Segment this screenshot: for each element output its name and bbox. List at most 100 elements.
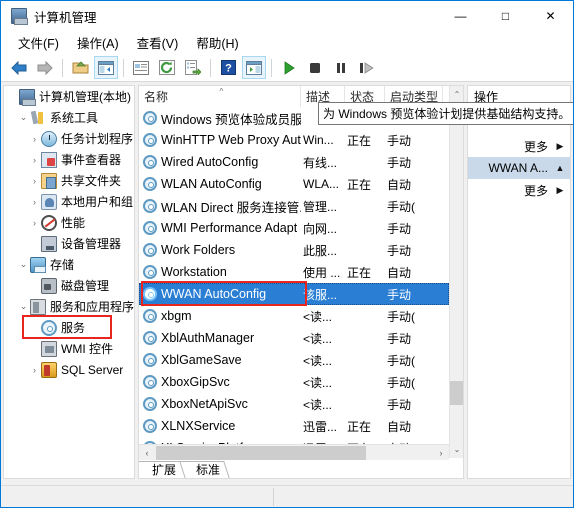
table-row[interactable]: WLAN AutoConfig WLA... 正在 自动: [139, 173, 449, 195]
title-bar: 计算机管理 — □ ✕: [1, 1, 573, 31]
table-row[interactable]: Wired AutoConfig 有线... 手动: [139, 151, 449, 173]
chevron-up-icon[interactable]: ▲: [554, 163, 566, 173]
minimize-button[interactable]: —: [438, 1, 483, 31]
tab-standard[interactable]: 标准: [185, 461, 229, 478]
table-row[interactable]: XblGameSave <读... 手动(: [139, 349, 449, 371]
scroll-right-button[interactable]: ›: [433, 445, 449, 461]
table-row[interactable]: WWAN AutoConfig 该服... 手动: [139, 283, 449, 305]
cell-startup-type: 自动: [387, 265, 412, 280]
scroll-up-button[interactable]: ⌃: [450, 86, 463, 103]
back-arrow-icon[interactable]: [7, 56, 31, 79]
tree-item-9[interactable]: 磁盘管理: [4, 275, 134, 296]
tree-item-12[interactable]: WMI 控件: [4, 338, 134, 359]
help-icon[interactable]: ?: [216, 56, 240, 79]
chevron-right-icon[interactable]: ›: [28, 128, 41, 149]
table-row[interactable]: XboxNetApiSvc <读... 手动: [139, 393, 449, 415]
cell-name: Windows 预览体验成员服务: [139, 109, 301, 128]
tab-extended[interactable]: 扩展: [141, 461, 185, 478]
system-tools-icon: [30, 109, 46, 126]
tree-item-7[interactable]: 设备管理器: [4, 233, 134, 254]
horizontal-scroll-thumb[interactable]: [156, 446, 366, 460]
tree-item-10[interactable]: ⌄ 服务和应用程序: [4, 296, 134, 317]
stop-service-icon[interactable]: [303, 56, 327, 79]
tree-item-6[interactable]: › 性能: [4, 212, 134, 233]
service-gear-icon: [143, 155, 157, 169]
chevron-down-icon[interactable]: ⌄: [17, 296, 30, 317]
toolbar-separator: [271, 58, 272, 77]
scroll-left-button[interactable]: ‹: [139, 445, 155, 461]
tree-item-label: 性能: [61, 216, 86, 230]
export-list-icon[interactable]: [181, 56, 205, 79]
tree-item-13[interactable]: › SQL Server: [4, 359, 134, 380]
forward-arrow-icon[interactable]: [33, 56, 57, 79]
table-row[interactable]: Workstation 使用 ... 正在 自动: [139, 261, 449, 283]
cell-description: WLA...: [303, 177, 340, 191]
list-vertical-scrollbar[interactable]: ⌃ ⌄: [449, 86, 463, 458]
chevron-down-icon[interactable]: ⌄: [17, 254, 30, 275]
cell-name: WinHTTP Web Proxy Aut...: [139, 133, 301, 147]
tree-item-5[interactable]: › 本地用户和组: [4, 191, 134, 212]
table-row[interactable]: XLNXService 迅雷... 正在 自动: [139, 415, 449, 437]
scroll-down-button[interactable]: ⌄: [450, 441, 463, 458]
table-row[interactable]: XboxGipSvc <读... 手动(: [139, 371, 449, 393]
maximize-button[interactable]: □: [483, 1, 528, 31]
menu-file[interactable]: 文件(F): [9, 31, 68, 54]
properties-icon[interactable]: [129, 56, 153, 79]
tree-item-11[interactable]: 服务: [4, 317, 134, 338]
cell-description: <读...: [303, 353, 333, 368]
folder-up-icon[interactable]: [68, 56, 92, 79]
table-row[interactable]: Work Folders 此服... 手动: [139, 239, 449, 261]
table-row[interactable]: WMI Performance Adapt 向网... 手动: [139, 217, 449, 239]
tree-item-3[interactable]: › 事件查看器: [4, 149, 134, 170]
toolbar-separator: [210, 58, 211, 77]
table-row[interactable]: WLAN Direct 服务连接管... 管理... 手动(: [139, 195, 449, 217]
pause-service-icon[interactable]: [329, 56, 353, 79]
table-row[interactable]: WinHTTP Web Proxy Aut... Win... 正在 手动: [139, 129, 449, 151]
vertical-scroll-thumb[interactable]: [450, 381, 463, 405]
restart-service-icon[interactable]: [355, 56, 379, 79]
tree-item-4[interactable]: › 共享文件夹: [4, 170, 134, 191]
cell-description: <读...: [303, 375, 333, 390]
status-bar: [1, 485, 573, 507]
cell-name: WLAN Direct 服务连接管...: [139, 197, 301, 216]
show-hide-tree-icon[interactable]: [94, 56, 118, 79]
console-tree-pane[interactable]: 计算机管理(本地) ⌄ 系统工具 › 任务计划程序 › 事件查看器 › 共享文件夹 › 本地用户和组…: [3, 85, 135, 479]
chevron-right-icon[interactable]: ›: [28, 149, 41, 170]
chevron-right-icon[interactable]: ▶: [554, 185, 566, 196]
table-row[interactable]: XblAuthManager <读... 手动: [139, 327, 449, 349]
start-service-icon[interactable]: [277, 56, 301, 79]
chevron-right-icon[interactable]: ›: [28, 212, 41, 233]
cell-name: WWAN AutoConfig: [139, 287, 301, 301]
service-gear-icon: [143, 111, 157, 125]
tree-item-1[interactable]: ⌄ 系统工具: [4, 107, 134, 128]
services-rows: Windows 预览体验成员服务 WinHTTP Web Proxy Aut...…: [139, 107, 449, 457]
action-more-wwan[interactable]: 更多 ▶: [468, 179, 570, 201]
chevron-right-icon[interactable]: ▶: [554, 141, 566, 152]
service-name-label: Work Folders: [161, 243, 236, 257]
menu-action[interactable]: 操作(A): [68, 31, 128, 54]
wmi-control-icon: [41, 340, 57, 357]
close-button[interactable]: ✕: [528, 1, 573, 31]
chevron-right-icon[interactable]: ›: [28, 191, 41, 212]
tree-item-label: 计算机管理(本地): [39, 90, 131, 104]
cell-startup-type: 自动: [387, 177, 412, 192]
chevron-right-icon[interactable]: ›: [28, 359, 41, 380]
chevron-down-icon[interactable]: ⌄: [17, 107, 30, 128]
tree-item-label: 设备管理器: [61, 237, 122, 251]
tree-item-0[interactable]: 计算机管理(本地): [4, 86, 134, 107]
menu-view[interactable]: 查看(V): [128, 31, 188, 54]
tree-item-2[interactable]: › 任务计划程序: [4, 128, 134, 149]
list-horizontal-scrollbar[interactable]: ‹ ›: [139, 444, 449, 461]
menu-help[interactable]: 帮助(H): [187, 31, 247, 54]
tree-item-8[interactable]: ⌄ 存储: [4, 254, 134, 275]
refresh-icon[interactable]: [155, 56, 179, 79]
services-list-pane[interactable]: 名称 ^ 描述 状态 启动类型 Windows 预览体验成员服务 WinHTTP …: [138, 85, 464, 479]
tree-item-label: 任务计划程序: [61, 132, 134, 146]
action-header-wwan[interactable]: WWAN A... ▲: [468, 157, 570, 179]
action-more-services[interactable]: 更多 ▶: [468, 135, 570, 157]
show-action-pane-icon[interactable]: [242, 56, 266, 79]
chevron-right-icon[interactable]: ›: [28, 170, 41, 191]
table-row[interactable]: xbgm <读... 手动(: [139, 305, 449, 327]
column-header-name[interactable]: 名称 ^: [139, 86, 301, 107]
